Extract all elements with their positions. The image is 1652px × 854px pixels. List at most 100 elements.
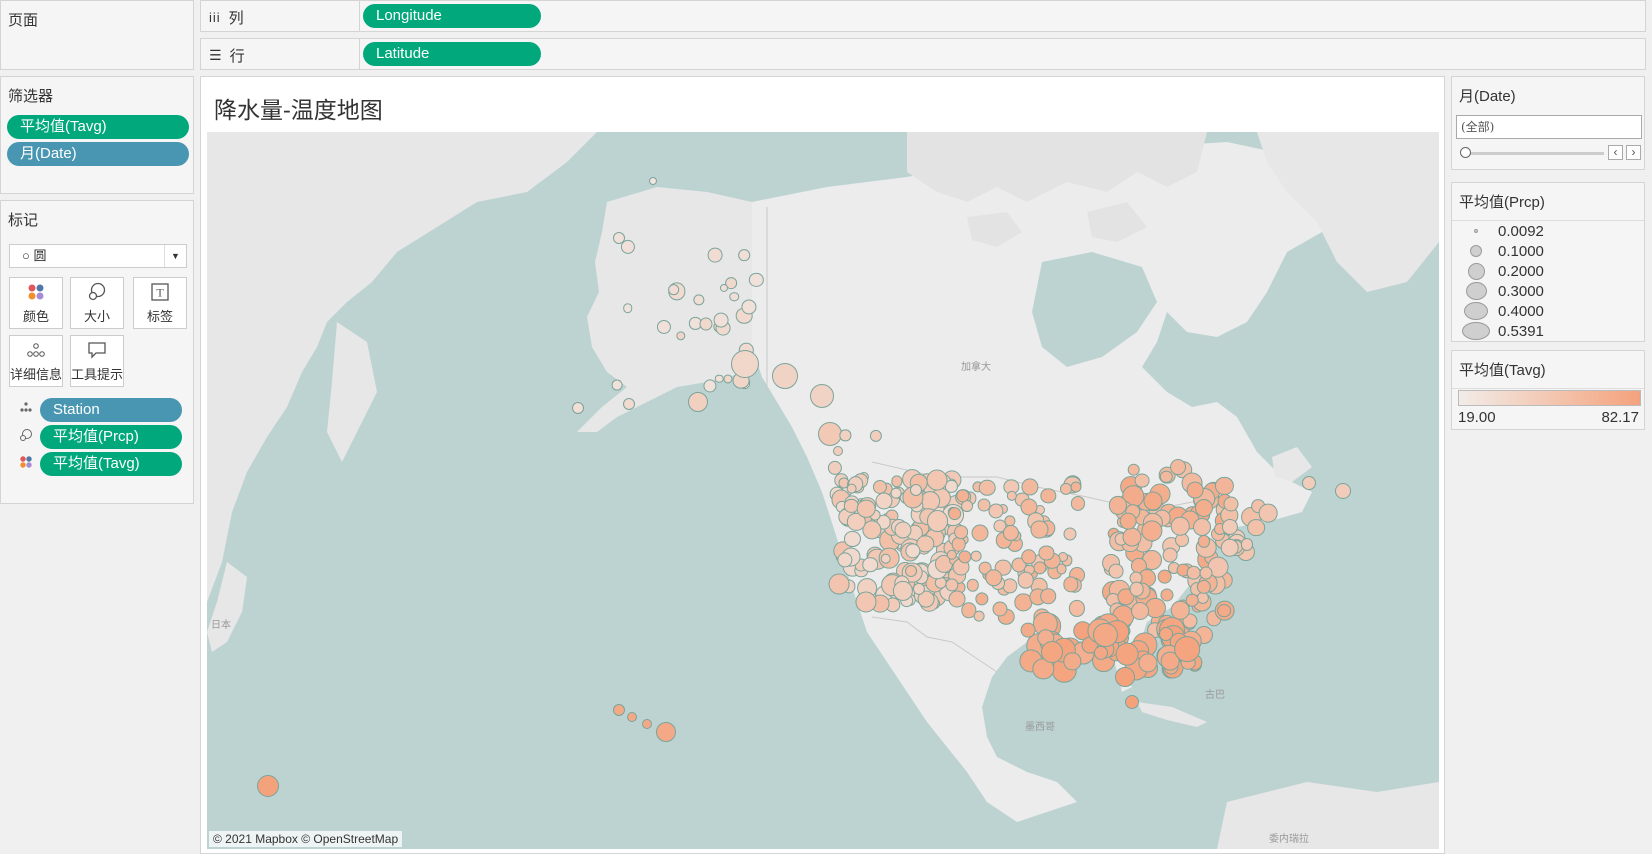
station-mark[interactable] [971,524,989,542]
station-mark[interactable] [846,483,857,494]
station-mark[interactable] [623,398,635,410]
station-mark[interactable] [713,312,729,328]
station-mark[interactable] [1259,504,1278,523]
station-mark[interactable] [1174,636,1201,662]
station-mark[interactable] [832,446,843,457]
slider-handle[interactable] [1460,147,1471,158]
size-button[interactable]: 大小 [70,277,124,329]
station-mark[interactable] [740,298,757,315]
station-mark[interactable] [992,601,1008,617]
station-mark[interactable] [905,564,918,577]
station-mark[interactable] [613,232,625,244]
station-mark[interactable] [855,591,877,613]
station-mark[interactable] [642,719,652,729]
station-mark[interactable] [699,317,713,331]
station-mark[interactable] [649,177,657,185]
station-mark[interactable] [611,379,623,391]
station-mark[interactable] [970,550,982,562]
station-mark[interactable] [1157,569,1172,585]
mark-type-dropdown[interactable]: ○ 圆 ▼ [9,244,187,268]
station-mark[interactable] [1302,476,1316,490]
filter-pill-month[interactable]: 月(Date) [7,142,189,166]
station-mark[interactable] [731,350,759,378]
station-mark[interactable] [974,610,985,622]
tooltip-button[interactable]: 工具提示 [70,335,124,387]
station-mark[interactable] [985,568,1003,587]
station-mark[interactable] [1217,603,1232,618]
station-mark[interactable] [1040,588,1057,605]
station-mark[interactable] [688,392,708,412]
chevron-left-icon[interactable]: ‹ [1608,145,1623,160]
station-mark[interactable] [257,775,279,797]
station-mark[interactable] [1108,563,1124,579]
station-mark[interactable] [1143,491,1163,511]
station-mark[interactable] [1159,627,1174,642]
station-mark[interactable] [613,704,625,716]
station-mark[interactable] [667,283,680,296]
detail-button[interactable]: 详细信息 [9,335,63,387]
rows-shelf[interactable]: ☰ 行 Latitude [200,38,1646,70]
longitude-pill[interactable]: Longitude [363,4,541,28]
color-button[interactable]: 颜色 [9,277,63,329]
station-mark[interactable] [1129,581,1144,597]
station-mark[interactable] [1056,563,1068,575]
station-mark[interactable] [953,525,968,540]
station-mark[interactable] [1186,481,1204,499]
station-mark[interactable] [729,292,739,302]
station-mark[interactable] [966,579,979,592]
station-mark[interactable] [926,469,948,491]
station-mark[interactable] [707,247,723,263]
station-mark[interactable] [1125,695,1139,709]
station-mark[interactable] [862,557,878,573]
station-mark[interactable] [828,573,850,595]
station-mark[interactable] [1199,566,1213,580]
station-mark[interactable] [1171,517,1190,536]
filter-pill-tavg[interactable]: 平均值(Tavg) [7,115,189,139]
station-mark[interactable] [948,590,966,608]
station-mark[interactable] [1115,667,1135,687]
station-mark[interactable] [910,484,923,497]
station-mark[interactable] [772,363,798,389]
station-mark[interactable] [1020,622,1036,638]
station-mark[interactable] [1115,642,1139,666]
station-mark[interactable] [714,374,724,383]
station-mark[interactable] [1185,593,1199,607]
station-mark[interactable] [1122,527,1142,547]
station-mark[interactable] [1063,527,1077,541]
station-mark[interactable] [978,479,996,497]
rows-icon: ☰ [209,47,222,63]
station-mark[interactable] [1335,483,1351,499]
label-button[interactable]: T 标签 [133,277,187,329]
chevron-right-icon[interactable]: › [1626,145,1641,160]
columns-shelf[interactable]: iii 列 Longitude [200,0,1646,32]
station-mark[interactable] [857,499,876,519]
station-mark[interactable] [1192,517,1211,536]
station-mark[interactable] [1223,496,1239,512]
station-mark[interactable] [623,303,633,313]
tavg-pill[interactable]: 平均值(Tavg) [40,452,182,476]
station-mark[interactable] [880,553,891,564]
prcp-pill[interactable]: 平均值(Prcp) [40,425,182,449]
station-mark[interactable] [738,249,751,262]
station-mark[interactable] [656,722,676,742]
station-mark[interactable] [572,402,584,414]
map-view[interactable]: 加拿大 墨西哥 日本 古巴 委内瑞拉 © 2021 Mapbox © OpenS… [207,132,1439,849]
latitude-pill[interactable]: Latitude [363,42,541,66]
station-mark[interactable] [810,384,834,408]
station-mark[interactable] [875,492,893,510]
station-mark[interactable] [1041,641,1063,663]
station-mark[interactable] [818,422,842,446]
map-attribution[interactable]: © 2021 Mapbox © OpenStreetMap [209,831,403,847]
station-mark[interactable] [1169,459,1186,476]
station-mark[interactable] [1017,571,1034,589]
station-mark[interactable] [947,506,962,521]
station-mark[interactable] [1162,547,1178,563]
station-mark[interactable] [1131,601,1150,620]
station-mark[interactable] [1093,623,1118,648]
station-mark[interactable] [926,509,949,532]
date-slider[interactable] [1460,147,1604,159]
date-filter-value[interactable]: (全部) [1456,115,1642,139]
station-mark[interactable] [627,712,637,722]
station-pill[interactable]: Station [40,398,182,422]
station-mark[interactable] [1120,512,1137,530]
